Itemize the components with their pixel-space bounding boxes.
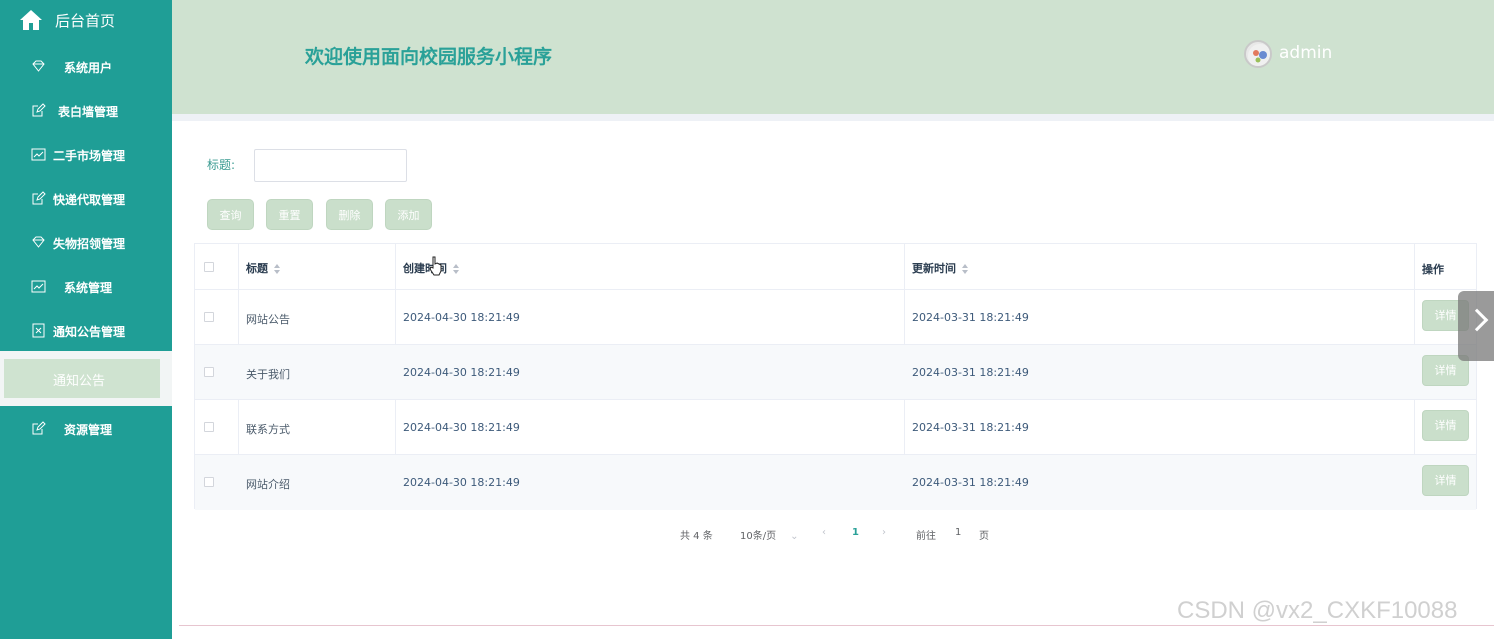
add-button[interactable]: 添加 — [385, 199, 432, 230]
sidebar-item-label: 二手市场管理 — [53, 149, 126, 163]
sort-icon[interactable] — [962, 264, 969, 274]
cell-title: 关于我们 — [246, 368, 290, 381]
edit-icon — [32, 103, 46, 117]
cell-created: 2024-04-30 18:21:49 — [403, 311, 520, 324]
table-row[interactable]: 网站介绍 2024-04-30 18:21:49 2024-03-31 18:2… — [195, 455, 1476, 510]
sidebar-item-label: 系统管理 — [64, 281, 113, 295]
chevron-right-icon — [1465, 308, 1489, 332]
row-checkbox[interactable] — [204, 422, 214, 432]
table-row[interactable]: 联系方式 2024-04-30 18:21:49 2024-03-31 18:2… — [195, 400, 1476, 455]
sidebar-item-notice[interactable]: 通知公告管理 — [0, 311, 172, 351]
sort-icon[interactable] — [453, 264, 460, 274]
column-header-updated[interactable]: 更新时间 — [912, 260, 969, 276]
username[interactable]: admin — [1279, 43, 1332, 63]
data-table: 标题 创建时间 更新时间 操作 网站公告 2024-04-30 18:21:49… — [194, 243, 1477, 510]
sidebar: 后台首页 系统用户 表白墙管理 二手市场管理 快递代取管理 失物招领管理 系统管… — [0, 0, 172, 639]
pagination-total: 共 4 条 — [680, 531, 713, 542]
sidebar-item-label: 通知公告管理 — [53, 325, 126, 339]
sidebar-item-system-users[interactable]: 系统用户 — [0, 47, 172, 87]
column-header-label: 更新时间 — [912, 262, 956, 275]
hand-cursor-icon — [429, 256, 442, 276]
sidebar-subitem-notice[interactable]: 通知公告 — [4, 359, 160, 398]
sidebar-home-label: 后台首页 — [55, 12, 116, 30]
page-suffix: 页 — [979, 531, 989, 542]
sidebar-item-second-hand[interactable]: 二手市场管理 — [0, 135, 172, 175]
column-header-title[interactable]: 标题 — [246, 260, 281, 276]
reset-button[interactable]: 重置 — [266, 199, 313, 230]
sidebar-item-resources[interactable]: 资源管理 — [0, 409, 172, 449]
sidebar-item-confession-wall[interactable]: 表白墙管理 — [0, 91, 172, 131]
diamond-icon — [32, 60, 45, 72]
query-button[interactable]: 查询 — [207, 199, 254, 230]
select-all-checkbox[interactable] — [204, 262, 214, 272]
top-header: 欢迎使用面向校园服务小程序 admin — [172, 0, 1494, 114]
detail-button[interactable]: 详情 — [1422, 410, 1469, 441]
cell-updated: 2024-03-31 18:21:49 — [912, 421, 1029, 434]
chart-icon — [31, 148, 46, 161]
footer-divider — [179, 625, 1494, 626]
table-row[interactable]: 网站公告 2024-04-30 18:21:49 2024-03-31 18:2… — [195, 290, 1476, 345]
avatar-image — [1248, 44, 1270, 66]
detail-button[interactable]: 详情 — [1422, 465, 1469, 496]
sidebar-item-lost-found[interactable]: 失物招领管理 — [0, 223, 172, 263]
cell-created: 2024-04-30 18:21:49 — [403, 476, 520, 489]
cell-title: 网站介绍 — [246, 478, 290, 491]
cell-updated: 2024-03-31 18:21:49 — [912, 311, 1029, 324]
page-number-current[interactable]: 1 — [852, 527, 859, 538]
cell-updated: 2024-03-31 18:21:49 — [912, 366, 1029, 379]
column-header-label: 标题 — [246, 262, 268, 275]
edit-icon — [32, 191, 46, 205]
search-label: 标题: — [207, 158, 236, 172]
page-size-select[interactable]: 10条/页 ⌄ — [740, 527, 798, 542]
goto-label: 前往 — [916, 531, 936, 542]
watermark-text: CSDN @vx2_CXKF10088 — [1177, 597, 1458, 624]
cell-updated: 2024-03-31 18:21:49 — [912, 476, 1029, 489]
page-size-value: 10条/页 — [740, 531, 777, 542]
prev-page-icon[interactable]: ‹ — [822, 527, 826, 538]
next-page-icon[interactable]: › — [882, 527, 886, 538]
page-title: 欢迎使用面向校园服务小程序 — [305, 46, 553, 68]
sidebar-item-label: 快递代取管理 — [53, 193, 126, 207]
column-header-action: 操作 — [1422, 263, 1444, 276]
table-header-row: 标题 创建时间 更新时间 操作 — [195, 244, 1476, 290]
avatar[interactable] — [1244, 40, 1272, 68]
header-divider — [172, 114, 1494, 121]
home-icon — [20, 10, 42, 30]
cell-title: 联系方式 — [246, 423, 290, 436]
sidebar-item-label: 系统用户 — [64, 61, 113, 75]
sidebar-item-label: 失物招领管理 — [53, 237, 126, 251]
row-checkbox[interactable] — [204, 312, 214, 322]
document-icon — [32, 323, 45, 338]
cell-created: 2024-04-30 18:21:49 — [403, 421, 520, 434]
search-input[interactable] — [254, 149, 407, 182]
sidebar-item-label: 表白墙管理 — [58, 105, 119, 119]
cell-title: 网站公告 — [246, 313, 290, 326]
sidebar-item-label: 资源管理 — [64, 423, 113, 437]
sidebar-item-system[interactable]: 系统管理 — [0, 267, 172, 307]
delete-button[interactable]: 删除 — [326, 199, 373, 230]
side-expand-button[interactable] — [1458, 291, 1494, 361]
sidebar-subitem-label: 通知公告 — [53, 374, 106, 389]
diamond-icon — [32, 236, 45, 248]
table-row[interactable]: 关于我们 2024-04-30 18:21:49 2024-03-31 18:2… — [195, 345, 1476, 400]
goto-input[interactable]: 1 — [955, 527, 961, 538]
chevron-down-icon: ⌄ — [790, 531, 799, 542]
cell-created: 2024-04-30 18:21:49 — [403, 366, 520, 379]
sidebar-item-express[interactable]: 快递代取管理 — [0, 179, 172, 219]
edit-icon — [32, 421, 46, 435]
row-checkbox[interactable] — [204, 477, 214, 487]
chart-icon — [31, 280, 46, 293]
row-checkbox[interactable] — [204, 367, 214, 377]
sidebar-home[interactable]: 后台首页 — [0, 0, 172, 40]
sort-icon[interactable] — [274, 264, 281, 274]
